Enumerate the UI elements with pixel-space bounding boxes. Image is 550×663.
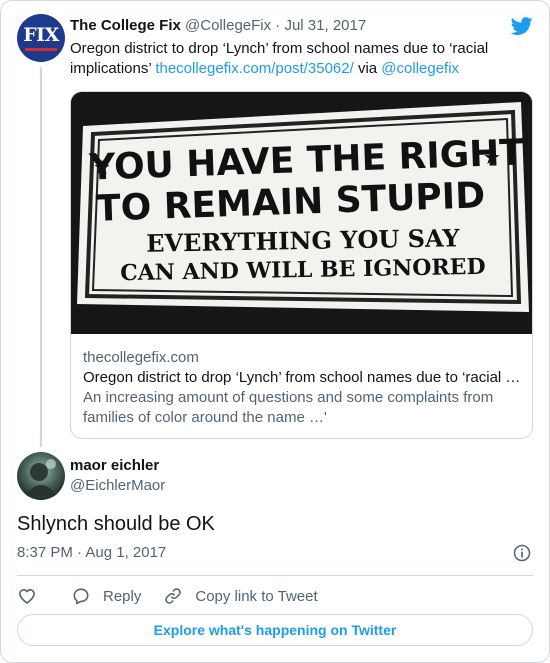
link-preview-image: ★ ★ YOU HAVE THE RIGHT TO REMAIN STUPID … xyxy=(71,92,532,334)
link-icon xyxy=(165,588,182,604)
heart-icon xyxy=(19,589,35,604)
article-link[interactable]: thecollegefix.com/post/35062/ xyxy=(155,60,353,77)
link-description: An increasing amount of questions and so… xyxy=(83,389,494,426)
link-preview-card[interactable]: ★ ★ YOU HAVE THE RIGHT TO REMAIN STUPID … xyxy=(70,91,533,439)
sign-line-3: EVERYTHING YOU SAY xyxy=(146,223,461,257)
like-button[interactable] xyxy=(17,586,37,606)
college-fix-avatar[interactable]: FIX xyxy=(17,14,65,62)
tweet-embed-card: FIX The College Fix @CollegeFix · Jul 31… xyxy=(0,0,550,663)
header-separator: · xyxy=(275,17,281,34)
parent-tweet-header: The College Fix @CollegeFix · Jul 31, 20… xyxy=(70,17,366,34)
reply-icon xyxy=(73,588,89,605)
user-handle[interactable]: @EichlerMaor xyxy=(70,477,165,494)
user-display-name[interactable]: maor eichler xyxy=(70,457,159,474)
parent-tweet-date[interactable]: Jul 31, 2017 xyxy=(284,17,366,34)
mention-link[interactable]: @collegefix xyxy=(381,60,459,77)
avatar-logo-bar xyxy=(25,47,57,51)
parent-tweet-text: Oregon district to drop ‘Lynch’ from sch… xyxy=(70,39,530,79)
parent-author-handle[interactable]: @CollegeFix xyxy=(185,17,271,34)
copy-link-button[interactable]: Copy link to Tweet xyxy=(163,586,318,606)
twitter-bird-icon[interactable] xyxy=(510,15,534,37)
copy-link-label: Copy link to Tweet xyxy=(195,587,318,605)
reply-button[interactable]: Reply xyxy=(71,586,141,606)
thread-connector-line xyxy=(40,67,42,447)
explore-twitter-button[interactable]: Explore what's happening on Twitter xyxy=(17,614,533,646)
actions-divider xyxy=(17,575,533,576)
user-avatar[interactable] xyxy=(17,452,65,500)
parent-author-name[interactable]: The College Fix xyxy=(70,17,181,34)
tweet-timestamp[interactable]: 8:37 PM · Aug 1, 2017 xyxy=(17,544,166,561)
info-icon[interactable] xyxy=(512,543,532,563)
link-domain: thecollegefix.com xyxy=(83,349,199,366)
reply-label: Reply xyxy=(103,587,142,605)
link-preview-info: thecollegefix.com Oregon district to dro… xyxy=(83,348,523,428)
avatar-logo-text: FIX xyxy=(23,23,59,46)
tweet-text: Shlynch should be OK xyxy=(17,513,215,535)
via-text: via xyxy=(353,60,382,77)
link-title: Oregon district to drop ‘Lynch’ from sch… xyxy=(83,369,521,386)
tweet-actions: Reply Copy link to Tweet xyxy=(17,584,340,608)
